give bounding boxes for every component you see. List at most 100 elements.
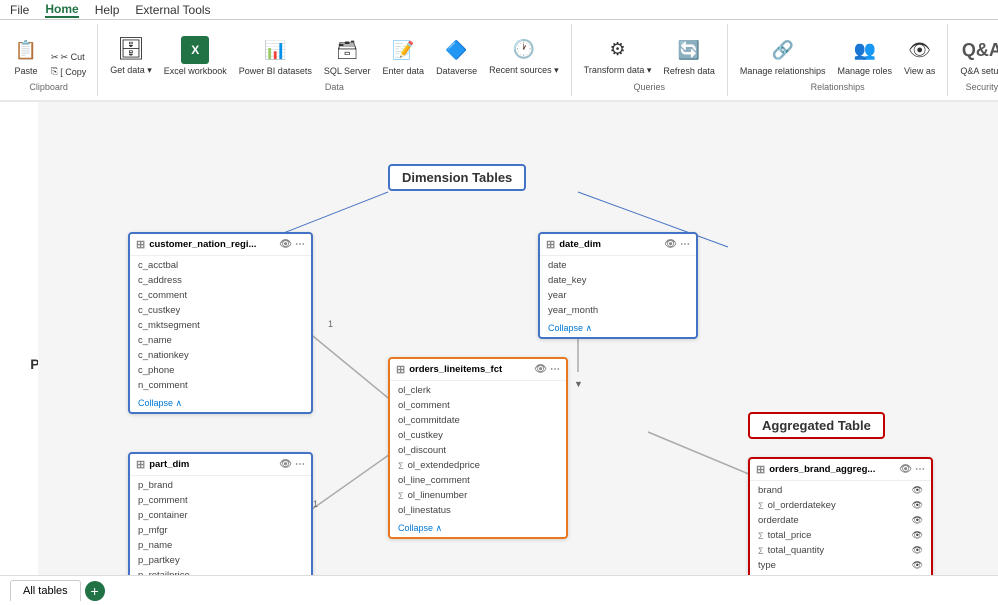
orders-brand-header: ⊞ orders_brand_aggreg... 👁 ⋯ [750,459,931,481]
orders-fct-eye-icon[interactable]: 👁 [534,364,547,375]
paste-button[interactable]: 📋 Paste [8,34,44,78]
tab-all-tables[interactable]: All tables [10,580,81,601]
dimension-tables-label: Dimension Tables [388,164,526,191]
date-eye-icon[interactable]: 👁 [664,239,677,250]
powerbi-datasets-button[interactable]: 📊 Power BI datasets [235,34,316,78]
recent-sources-button[interactable]: 🕐 Recent sources ▾ [485,33,563,78]
customer-table-header: ⊞ customer_nation_regi... 👁 ⋯ [130,234,311,256]
customer-field-3: c_custkey [130,303,311,318]
orders-fct-field-5: Σ ol_extendedprice [390,458,566,473]
data-label: Data [325,82,344,92]
table-icon-part: ⊞ [136,458,145,471]
orders-brand-table-card: ⊞ orders_brand_aggreg... 👁 ⋯ brand👁 Σ ol… [748,457,933,575]
customer-collapse[interactable]: Collapse ∧ [130,395,311,412]
customer-field-4: c_mktsegment [130,318,311,333]
queries-label: Queries [634,82,666,92]
qa-setup-button[interactable]: Q&A Q&A setup [956,34,998,78]
date-more-icon[interactable]: ⋯ [680,239,690,250]
customer-field-6: c_nationkey [130,348,311,363]
dataverse-button[interactable]: 🔷 Dataverse [432,34,481,78]
part-field-3: p_mfgr [130,523,311,538]
part-field-4: p_name [130,538,311,553]
orders-fct-field-0: ol_clerk [390,383,566,398]
security-label: Security [966,82,998,92]
aggregated-table-label: Aggregated Table [748,412,885,439]
manage-roles-button[interactable]: 👥 Manage roles [833,34,896,78]
table-icon-brand: ⊞ [756,463,765,476]
brand-field-3: Σ total_price👁 [750,528,931,543]
date-field-0: date [540,258,696,273]
part-eye-icon[interactable]: 👁 [279,459,292,470]
orders-fct-name: orders_lineitems_fct [409,364,502,375]
excel-button[interactable]: X Excel workbook [160,34,231,78]
date-dim-header: ⊞ date_dim 👁 ⋯ [540,234,696,256]
date-collapse[interactable]: Collapse ∧ [540,320,696,337]
part-dim-header: ⊞ part_dim 👁 ⋯ [130,454,311,476]
customer-field-8: n_comment [130,378,311,393]
brand-field-1: Σ ol_orderdatekey👁 [750,498,931,513]
part-field-6: p_retailprice [130,568,311,575]
date-dim-body: date date_key year year_month [540,256,696,320]
schema-diagram: 1 * 1 ▼ 1 * Dimension Tables ⊞ [48,112,988,565]
add-tab-button[interactable]: + [85,581,105,601]
brand-field-2: orderdate👁 [750,513,931,528]
part-field-1: p_comment [130,493,311,508]
tab-bar: All tables + [0,575,998,605]
ribbon-group-data: 🗄 Get data ▾ X Excel workbook 📊 Power BI… [98,24,571,96]
orders-fct-header: ⊞ orders_lineitems_fct 👁 ⋯ [390,359,566,381]
svg-text:▼: ▼ [574,379,583,389]
transform-button[interactable]: ⚙ Transform data ▾ [580,33,656,78]
orders-fct-collapse[interactable]: Collapse ∧ [390,520,566,537]
customer-table-card: ⊞ customer_nation_regi... 👁 ⋯ c_acctbal … [128,232,313,414]
customer-field-7: c_phone [130,363,311,378]
relationships-label: Relationships [811,82,865,92]
orders-fct-field-4: ol_discount [390,443,566,458]
table-icon-customer: ⊞ [136,238,145,251]
part-more-icon[interactable]: ⋯ [295,459,305,470]
cut-button[interactable]: ✂✂ Cut [48,51,89,64]
customer-more-icon[interactable]: ⋯ [295,239,305,250]
menu-bar: File Home Help External Tools [0,0,998,20]
brand-field-0: brand👁 [750,483,931,498]
orders-fct-field-1: ol_comment [390,398,566,413]
customer-field-1: c_address [130,273,311,288]
ribbon-group-security: Q&A Q&A setup Security [948,24,998,96]
menu-home[interactable]: Home [45,2,78,18]
sql-server-button[interactable]: 🗃 SQL Server [320,34,375,78]
brand-eye-icon[interactable]: 👁 [899,464,912,475]
date-dim-name: date_dim [559,239,601,250]
brand-field-4: Σ total_quantity👁 [750,543,931,558]
date-dim-table-card: ⊞ date_dim 👁 ⋯ date date_key year year_m… [538,232,698,339]
view-as-button[interactable]: 👁 View as [900,34,939,78]
orders-fct-field-8: ol_linestatus [390,503,566,518]
date-field-1: date_key [540,273,696,288]
brand-field-5: type👁 [750,558,931,573]
table-icon-orders-fct: ⊞ [396,363,405,376]
refresh-button[interactable]: 🔄 Refresh data [659,34,719,78]
get-data-button[interactable]: 🗄 Get data ▾ [106,33,156,78]
menu-external-tools[interactable]: External Tools [135,3,210,17]
svg-text:1: 1 [328,319,333,329]
orders-fct-table-card: ⊞ orders_lineitems_fct 👁 ⋯ ol_clerk ol_c… [388,357,568,539]
customer-eye-icon[interactable]: 👁 [279,239,292,250]
ribbon-group-relationships: 🔗 Manage relationships 👥 Manage roles 👁 … [728,24,948,96]
part-field-0: p_brand [130,478,311,493]
date-field-3: year_month [540,303,696,318]
customer-table-name: customer_nation_regi... [149,239,256,250]
brand-more-icon[interactable]: ⋯ [915,464,925,475]
orders-fct-more-icon[interactable]: ⋯ [550,364,560,375]
copy-button[interactable]: ⎘[ Copy [48,65,89,78]
clipboard-label: Clipboard [29,82,68,92]
menu-help[interactable]: Help [95,3,120,17]
manage-relationships-button[interactable]: 🔗 Manage relationships [736,34,830,78]
orders-fct-body: ol_clerk ol_comment ol_commitdate ol_cus… [390,381,566,520]
main-canvas: 1 * 1 ▼ 1 * Dimension Tables ⊞ [38,102,998,575]
enter-data-button[interactable]: 📝 Enter data [379,34,429,78]
orders-fct-field-6: ol_line_comment [390,473,566,488]
menu-file[interactable]: File [10,3,29,17]
customer-field-2: c_comment [130,288,311,303]
svg-text:1: 1 [313,499,318,509]
orders-fct-field-3: ol_custkey [390,428,566,443]
table-icon-date: ⊞ [546,238,555,251]
customer-table-body: c_acctbal c_address c_comment c_custkey … [130,256,311,395]
